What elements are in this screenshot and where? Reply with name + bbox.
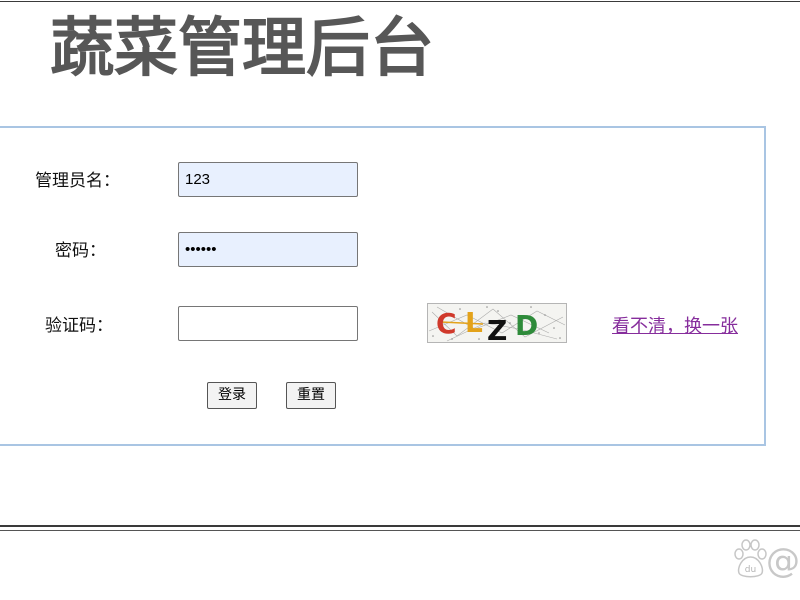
login-button[interactable]: 登录	[207, 382, 257, 409]
watermark-at-symbol: @	[766, 541, 800, 579]
watermark-logo-text: du	[745, 565, 756, 575]
captcha-input[interactable]	[178, 306, 358, 341]
captcha-image[interactable]: C L Z D	[427, 303, 567, 343]
username-label: 管理员名：	[35, 171, 120, 191]
page-title: 蔬菜管理后台	[50, 12, 434, 86]
top-divider	[0, 1, 800, 2]
captcha-letter: L	[465, 306, 483, 339]
captcha-label: 验证码：	[45, 316, 113, 336]
username-input[interactable]	[178, 162, 358, 197]
reset-button[interactable]: 重置	[286, 382, 336, 409]
captcha-letter: Z	[487, 314, 507, 343]
login-page: 蔬菜管理后台 管理员名： 密码： 验证码： C	[0, 0, 800, 600]
captcha-letter: D	[515, 309, 538, 342]
login-form-box: 管理员名： 密码： 验证码： C L Z	[0, 126, 766, 446]
password-input[interactable]	[178, 232, 358, 267]
password-label: 密码：	[55, 241, 106, 261]
captcha-letter: C	[436, 307, 457, 340]
footer-divider	[0, 525, 800, 531]
refresh-captcha-link[interactable]: 看不清，换一张	[612, 316, 738, 338]
watermark: du @	[734, 539, 800, 579]
